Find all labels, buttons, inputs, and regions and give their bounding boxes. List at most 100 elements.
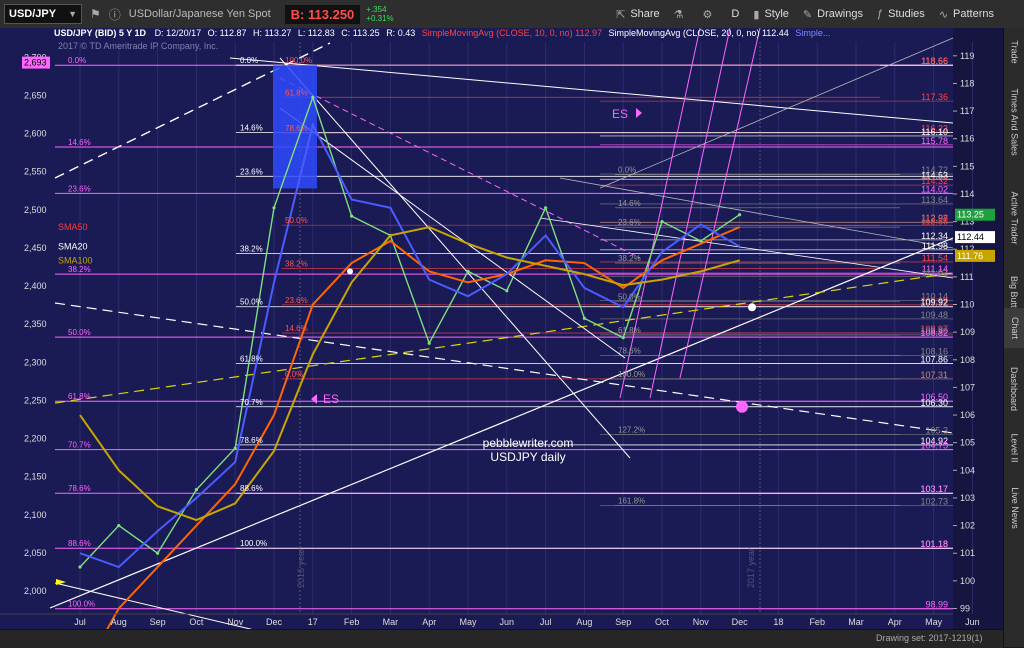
- level-label: 107.31: [920, 370, 948, 380]
- flag-icon[interactable]: ⚑: [90, 7, 101, 21]
- fib-red-label: 61.8%: [285, 88, 308, 97]
- sma10-value: 112.97: [575, 28, 603, 38]
- x-axis-label: 17: [308, 617, 318, 627]
- tab-times-and-sales[interactable]: Times And Sales: [1004, 72, 1024, 172]
- subtitle-text: USDJPY daily: [490, 450, 565, 464]
- period-label: D: [731, 8, 740, 20]
- right-axis-label: 114: [960, 189, 974, 199]
- tab-level-ii[interactable]: Level II: [1004, 428, 1024, 468]
- x-axis-label: Oct: [189, 617, 204, 627]
- x-axis-label: Apr: [422, 617, 436, 627]
- tab-live-news-label: Live News: [1009, 487, 1020, 529]
- tab-dashboard[interactable]: Dashboard: [1004, 354, 1024, 424]
- price-point: [350, 214, 354, 218]
- level-label: 112.34: [921, 231, 948, 241]
- x-axis-label: Jun: [500, 617, 515, 627]
- right-axis-label: 107: [960, 382, 975, 392]
- price-point: [582, 316, 587, 320]
- right-axis-label: 101: [960, 548, 975, 558]
- price-box-label: 113.25: [957, 210, 984, 220]
- high-readout: H: 113.27: [253, 28, 292, 38]
- chart-title: USD/JPY (BID) 5 Y 1D: [54, 28, 147, 38]
- price-point: [621, 336, 625, 340]
- left-axis-label: 2,150: [24, 472, 47, 482]
- fib-gray-label: 61.8%: [618, 326, 641, 335]
- patterns-button[interactable]: ∿ Patterns: [939, 8, 994, 21]
- style-button[interactable]: ▮ Style: [753, 8, 789, 21]
- fib-red-label: 100.0%: [285, 56, 312, 65]
- sma10-study[interactable]: SimpleMovingAvg (CLOSE, 10, 0, no): [422, 28, 573, 38]
- symbol-selector[interactable]: USD/JPY ▼: [4, 4, 82, 24]
- fib-gray-label: 78.6%: [618, 346, 641, 355]
- fib-mid-label: 23.6%: [240, 167, 263, 176]
- year-2017-label: 2017 year: [746, 548, 756, 588]
- x-axis-label: 18: [773, 617, 783, 627]
- right-axis-label: 115: [960, 161, 974, 171]
- right-axis-label: 105: [960, 438, 975, 448]
- target-marker: [736, 400, 748, 413]
- fib-left-label: 88.6%: [68, 539, 91, 548]
- right-axis-label: 104: [960, 465, 975, 475]
- left-axis-label: 2,200: [24, 434, 47, 444]
- x-axis-label: Nov: [227, 617, 244, 627]
- period-button[interactable]: D: [731, 8, 739, 20]
- price-point: [194, 488, 198, 492]
- level-label: 114.02: [921, 184, 948, 194]
- level-label: 109.48: [920, 310, 948, 320]
- sma-label: SMA100: [58, 255, 93, 265]
- open-readout: O: 112.87: [207, 28, 247, 38]
- more-studies[interactable]: Simple...: [795, 28, 830, 38]
- level-label: 98.99: [925, 600, 948, 610]
- sma20-value: 112.44: [761, 28, 789, 38]
- fib-left-label: 0.0%: [68, 56, 86, 65]
- price-point: [117, 523, 121, 528]
- price-point: [427, 341, 431, 345]
- level-label: 108.82: [920, 328, 948, 338]
- left-axis-label: 2,500: [24, 205, 47, 215]
- fib-left-label: 14.6%: [68, 138, 91, 147]
- fib-gray-label: 50.0%: [618, 293, 641, 302]
- patterns-label: Patterns: [953, 8, 994, 20]
- white-marker-left: [347, 268, 353, 275]
- fib-left-label: 50.0%: [68, 328, 91, 337]
- fib-mid-label: 100.0%: [240, 539, 267, 548]
- price-chart[interactable]: 118.66118.66117.36116.23116.10115.78114.…: [0, 28, 1003, 629]
- change-percent: +0.31%: [366, 14, 394, 23]
- share-label: Share: [630, 8, 660, 20]
- studies-button[interactable]: ƒ Studies: [877, 8, 925, 20]
- share-button[interactable]: ⇱ Share: [616, 8, 660, 21]
- level-label: 109.92: [920, 298, 948, 308]
- watermark-text: pebblewriter.com: [483, 436, 574, 450]
- right-axis-label: 117: [960, 106, 974, 116]
- x-axis-label: Feb: [344, 617, 360, 627]
- tab-active-trader[interactable]: Active Trader: [1004, 178, 1024, 258]
- x-axis-label: Mar: [848, 617, 864, 627]
- fib-gray-label: 23.6%: [618, 218, 641, 227]
- tab-chart[interactable]: Chart: [1004, 308, 1024, 348]
- right-axis-label: 118: [960, 78, 974, 88]
- tab-trade[interactable]: Trade: [1004, 34, 1024, 70]
- fib-red-label: 38.2%: [285, 260, 308, 269]
- drawings-label: Drawings: [817, 8, 863, 20]
- flask-button[interactable]: ⚗: [674, 8, 689, 21]
- sma20-study[interactable]: SimpleMovingAvg (CLOSE, 20, 0, no): [609, 28, 760, 38]
- fib-mid-label: 61.8%: [240, 355, 263, 364]
- left-axis-label: 2,000: [24, 586, 47, 596]
- candles-icon: ▮: [753, 8, 760, 21]
- fib-left-label: 38.2%: [68, 265, 91, 274]
- price-point: [699, 239, 703, 243]
- fib-gray-label: 127.2%: [618, 425, 645, 434]
- price-box-label: 112.44: [957, 232, 984, 242]
- price-point: [156, 551, 160, 555]
- price-box-label: 111.76: [957, 251, 983, 261]
- tab-dashboard-label: Dashboard: [1009, 366, 1020, 412]
- copyright-text: 2017 © TD Ameritrade IP Company, Inc.: [58, 41, 219, 51]
- drawings-button[interactable]: ✎ Drawings: [803, 8, 863, 21]
- tab-times-and-sales-label: Times And Sales: [1009, 88, 1020, 156]
- gear-button[interactable]: ⚙: [703, 8, 718, 21]
- info-icon[interactable]: ⓘ: [109, 6, 121, 23]
- tab-live-news[interactable]: Live News: [1004, 478, 1024, 538]
- right-axis-label: 103: [960, 493, 975, 503]
- patterns-icon: ∿: [938, 8, 949, 21]
- left-axis-label: 2,550: [24, 167, 47, 177]
